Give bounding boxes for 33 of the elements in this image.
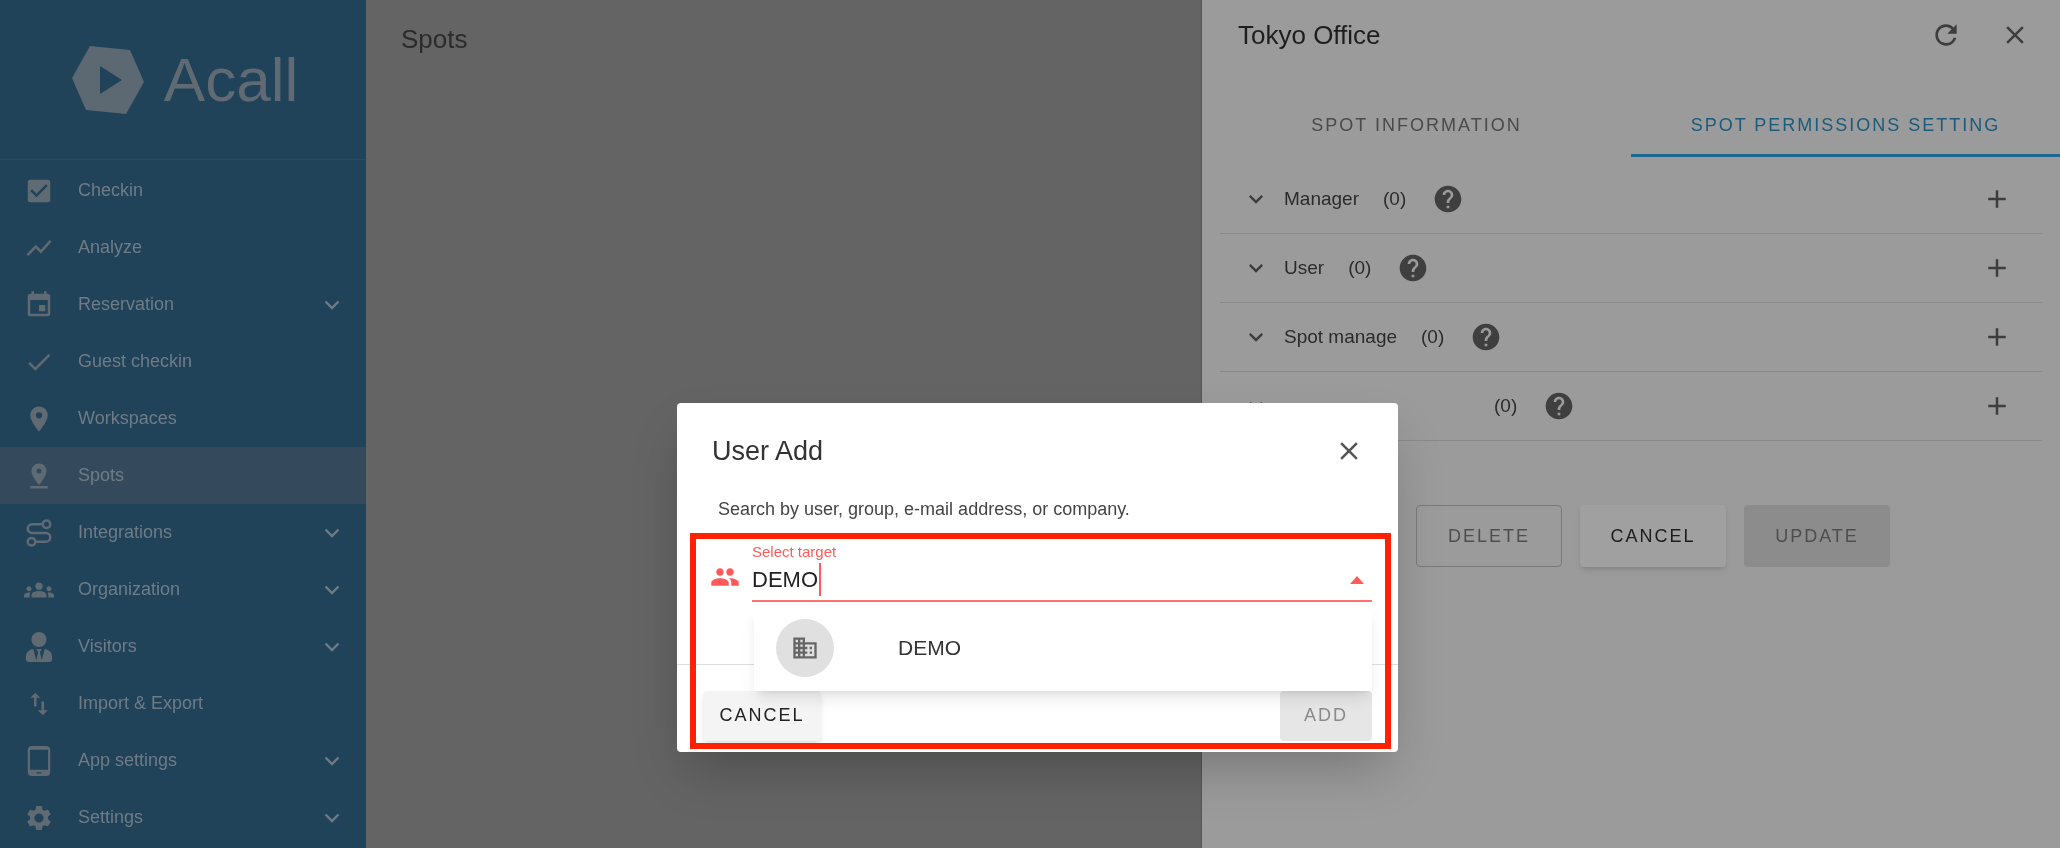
- person-icon: [24, 631, 54, 662]
- nav-item[interactable]: Import & Export: [0, 675, 366, 732]
- select-field[interactable]: Select target DEMO: [752, 540, 1372, 602]
- nav-item[interactable]: Visitors: [0, 618, 366, 675]
- nav-item[interactable]: Checkin: [0, 162, 366, 219]
- nav-item[interactable]: Workspaces: [0, 390, 366, 447]
- permission-count: (0): [1383, 186, 1407, 211]
- nav-item[interactable]: Organization: [0, 561, 366, 618]
- permission-count: (0): [1421, 324, 1445, 349]
- permission-count: (0): [1348, 255, 1372, 280]
- logo-text: Acall: [163, 48, 299, 111]
- permission-label: User: [1284, 255, 1325, 280]
- nav-item[interactable]: Integrations: [0, 504, 366, 561]
- panel-title: Tokyo Office: [1238, 18, 1382, 52]
- route-icon: [24, 517, 54, 548]
- permission-count: (0): [1494, 393, 1518, 418]
- page-title: Spots: [401, 23, 469, 56]
- dialog-button[interactable]: CANCEL: [703, 690, 821, 741]
- nav-item[interactable]: Analyze: [0, 219, 366, 276]
- caret-icon: [1350, 575, 1364, 584]
- dialog-title: User Add: [712, 435, 825, 468]
- nav-item[interactable]: Reservation: [0, 276, 366, 333]
- nav-item[interactable]: App settings: [0, 732, 366, 789]
- dialog-hint: Search by user, group, e-mail address, or company.: [718, 497, 1131, 521]
- tab[interactable]: SPOT INFORMATION: [1202, 97, 1631, 157]
- tab[interactable]: SPOT PERMISSIONS SETTING: [1631, 97, 2060, 157]
- nav-item[interactable]: Settings: [0, 789, 366, 846]
- action-button[interactable]: CANCEL: [1580, 505, 1726, 567]
- nav-item[interactable]: Guest checkin: [0, 333, 366, 390]
- nav-item[interactable]: Spots: [0, 447, 366, 504]
- dropdown-option[interactable]: DEMO: [754, 611, 1372, 685]
- permission-label: Spot manage: [1284, 324, 1398, 349]
- permission-label: Manager: [1284, 186, 1359, 211]
